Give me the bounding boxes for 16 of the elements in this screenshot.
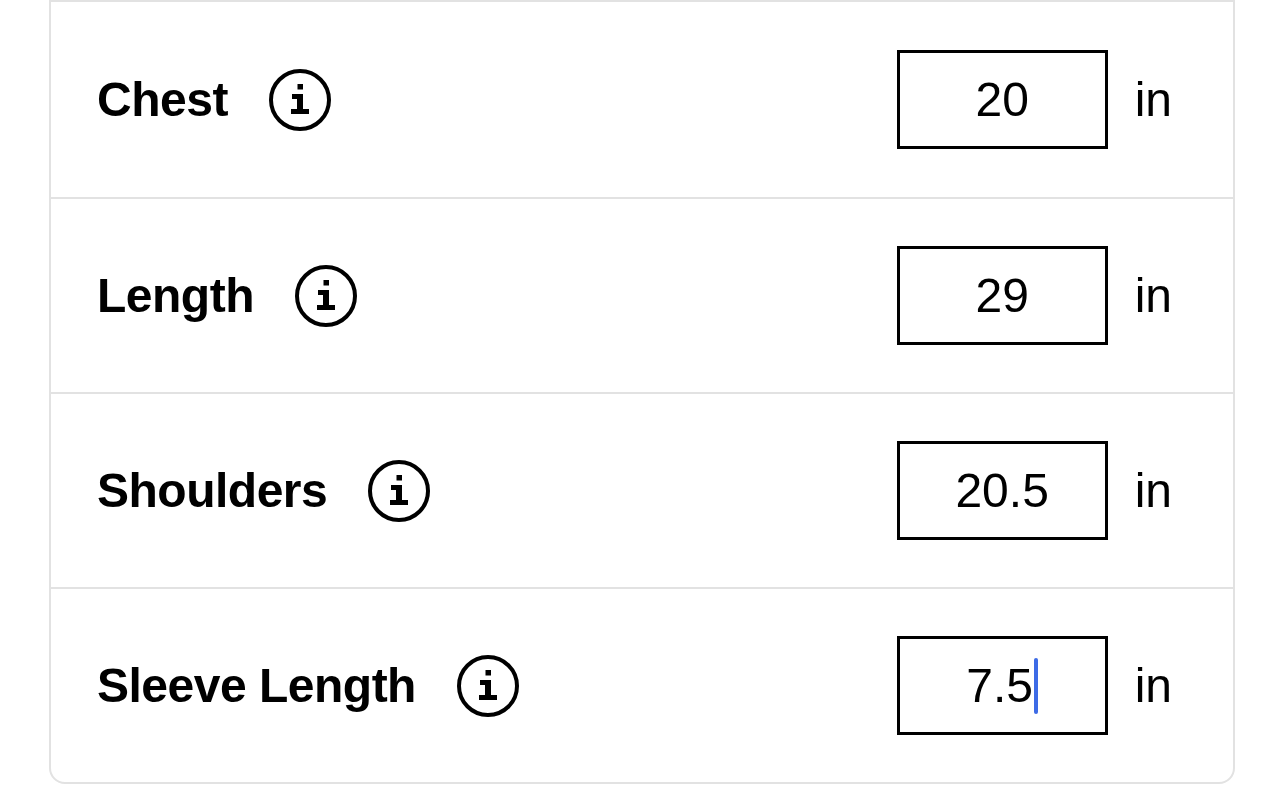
input-field[interactable]: 7.5 (896, 636, 1108, 735)
measurement-label: Shoulders (97, 466, 328, 515)
info-icon[interactable] (368, 459, 431, 522)
info-icon[interactable] (294, 264, 357, 327)
unit-label: in (1134, 271, 1172, 320)
measurement-label: Sleeve Length (97, 661, 416, 710)
info-icon[interactable] (268, 68, 331, 131)
measurement-label: Length (97, 271, 254, 320)
input-field[interactable]: 20.5 (896, 441, 1108, 540)
info-icon[interactable] (456, 654, 519, 717)
input-field[interactable]: 20 (896, 50, 1108, 149)
unit-label: in (1134, 75, 1172, 124)
measurement-label: Chest (97, 75, 228, 124)
unit-label: in (1134, 661, 1172, 710)
unit-label: in (1134, 466, 1172, 515)
input-field[interactable]: 29 (896, 246, 1108, 345)
